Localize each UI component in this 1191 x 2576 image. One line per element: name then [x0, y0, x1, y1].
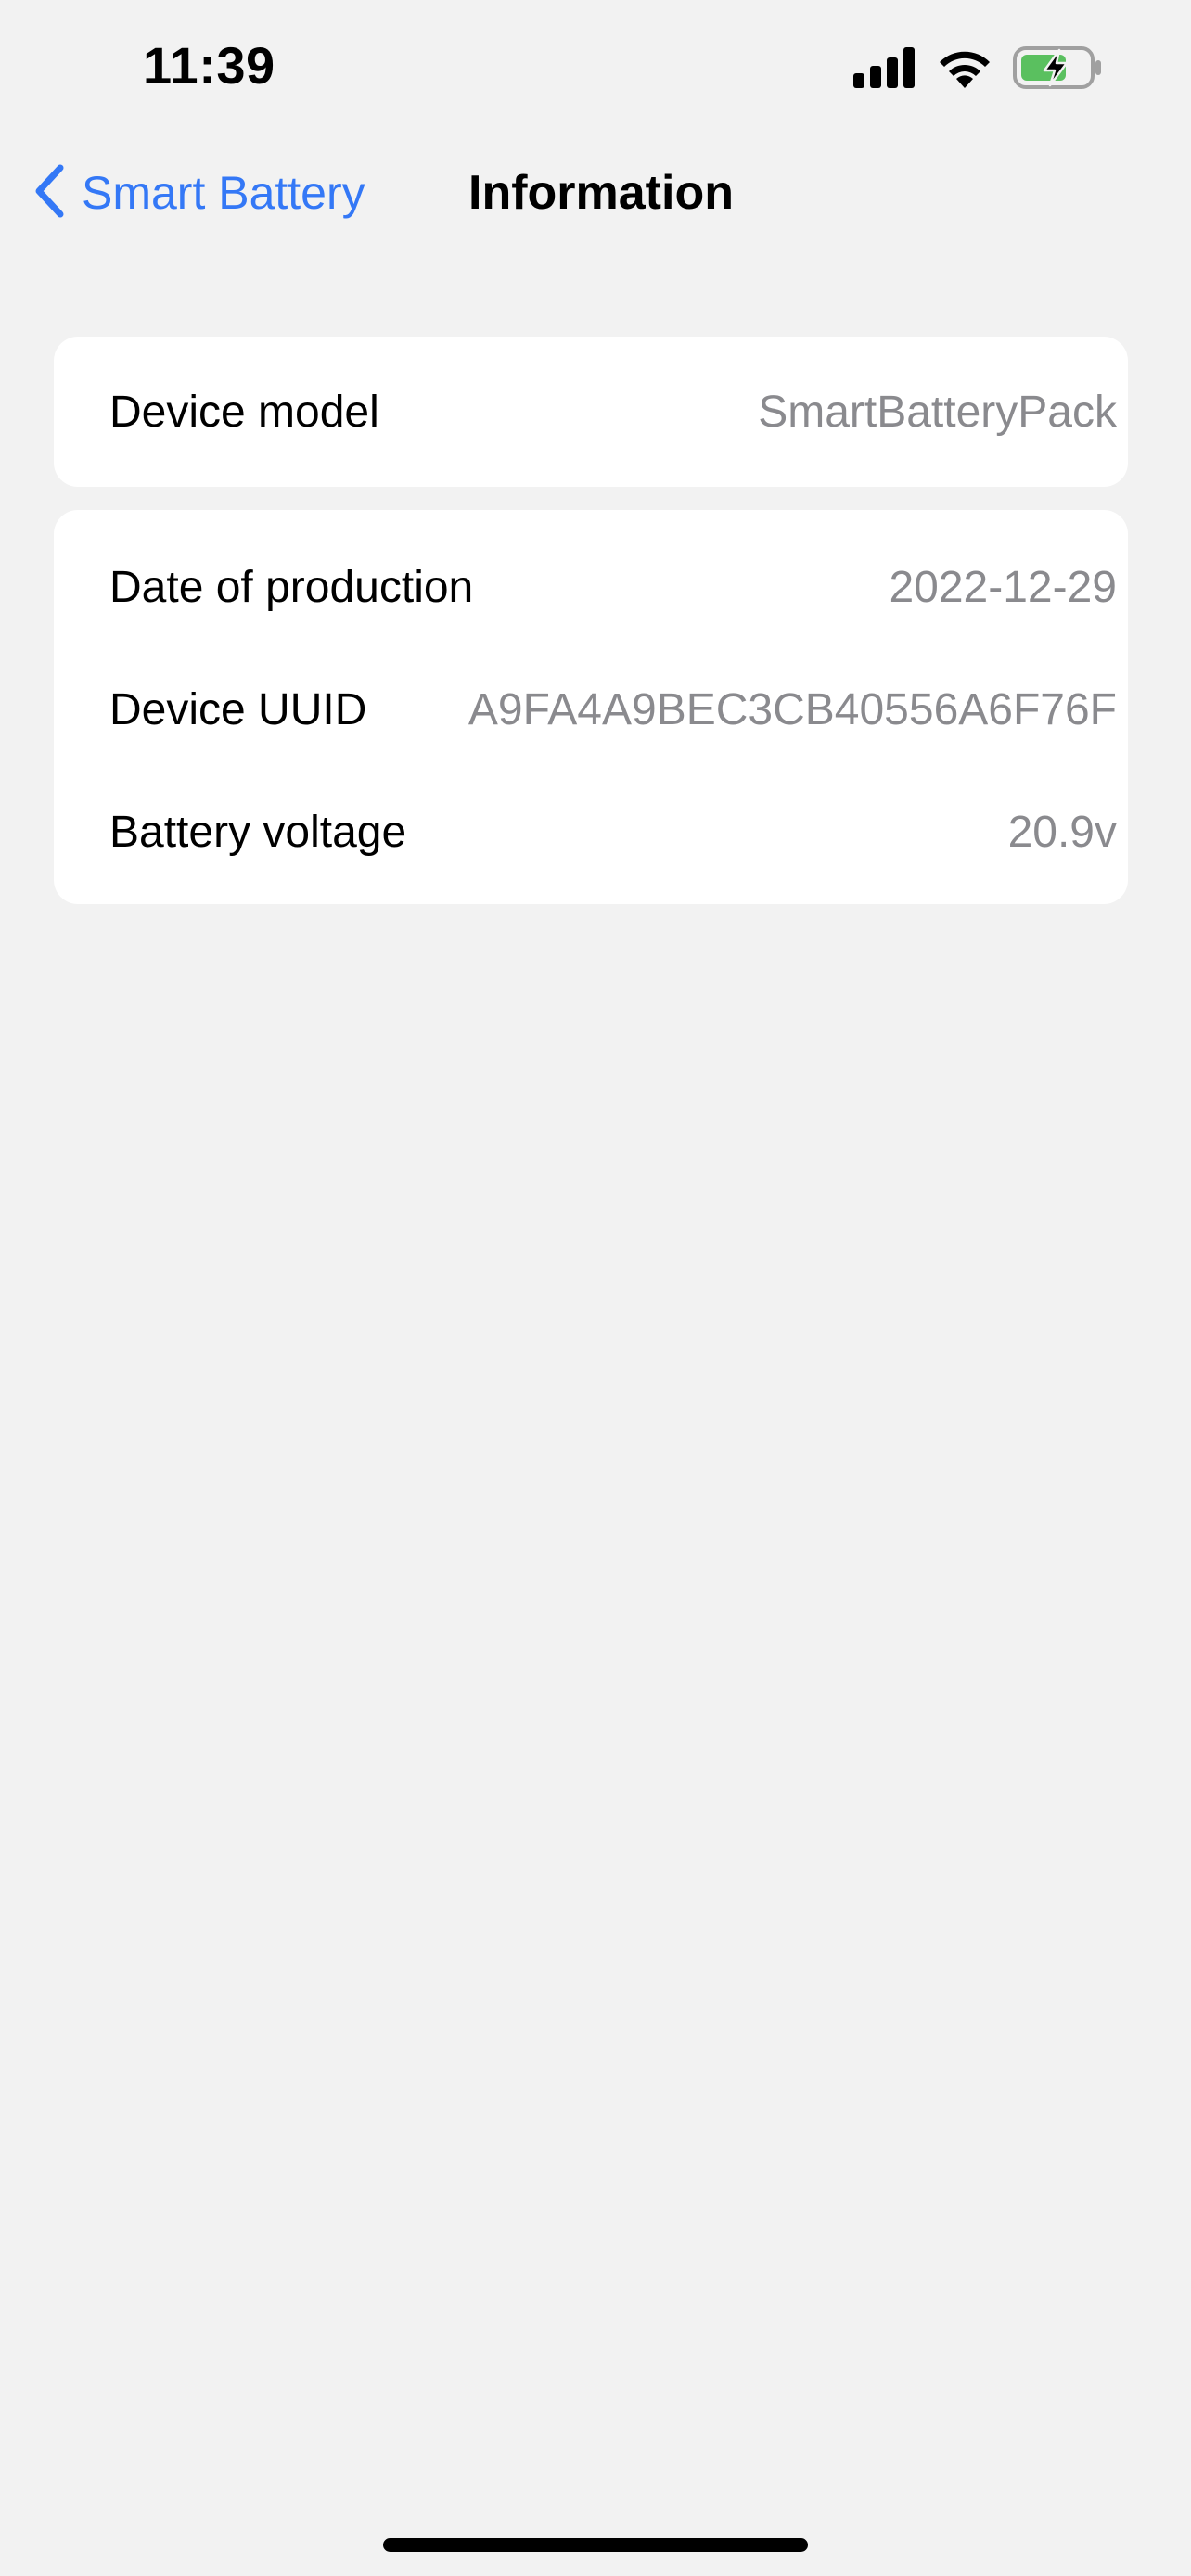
info-row-device-model: Device model SmartBatteryPack [54, 365, 1128, 458]
info-row-date-of-production: Date of production 2022-12-29 [54, 541, 1128, 633]
info-row-device-uuid: Device UUID A9FA4A9BEC3CB40556A6F76F [54, 663, 1128, 756]
info-row-battery-voltage: Battery voltage 20.9v [54, 785, 1128, 878]
row-label: Battery voltage [109, 807, 407, 857]
cellular-signal-icon [853, 47, 916, 88]
status-icons [853, 46, 1102, 89]
status-bar: 11:39 [0, 0, 1191, 139]
row-label: Device UUID [109, 684, 367, 734]
row-label: Date of production [109, 562, 474, 612]
battery-charging-icon [1013, 46, 1102, 89]
status-time: 11:39 [143, 36, 275, 95]
back-button[interactable]: Smart Battery [33, 158, 365, 228]
back-button-label: Smart Battery [82, 167, 365, 219]
chevron-left-icon [33, 164, 65, 223]
navigation-bar: Smart Battery Information [0, 148, 1191, 237]
row-value: A9FA4A9BEC3CB40556A6F76F [467, 684, 1117, 734]
row-value: SmartBatteryPack [758, 387, 1117, 437]
home-indicator[interactable] [383, 2538, 808, 2552]
page-title: Information [468, 166, 734, 220]
wifi-icon [937, 47, 992, 88]
row-label: Device model [109, 387, 379, 437]
row-value: 20.9v [1007, 807, 1117, 857]
device-model-group: Device model SmartBatteryPack [54, 337, 1128, 487]
device-details-group: Date of production 2022-12-29 Device UUI… [54, 510, 1128, 904]
row-value: 2022-12-29 [889, 562, 1117, 612]
